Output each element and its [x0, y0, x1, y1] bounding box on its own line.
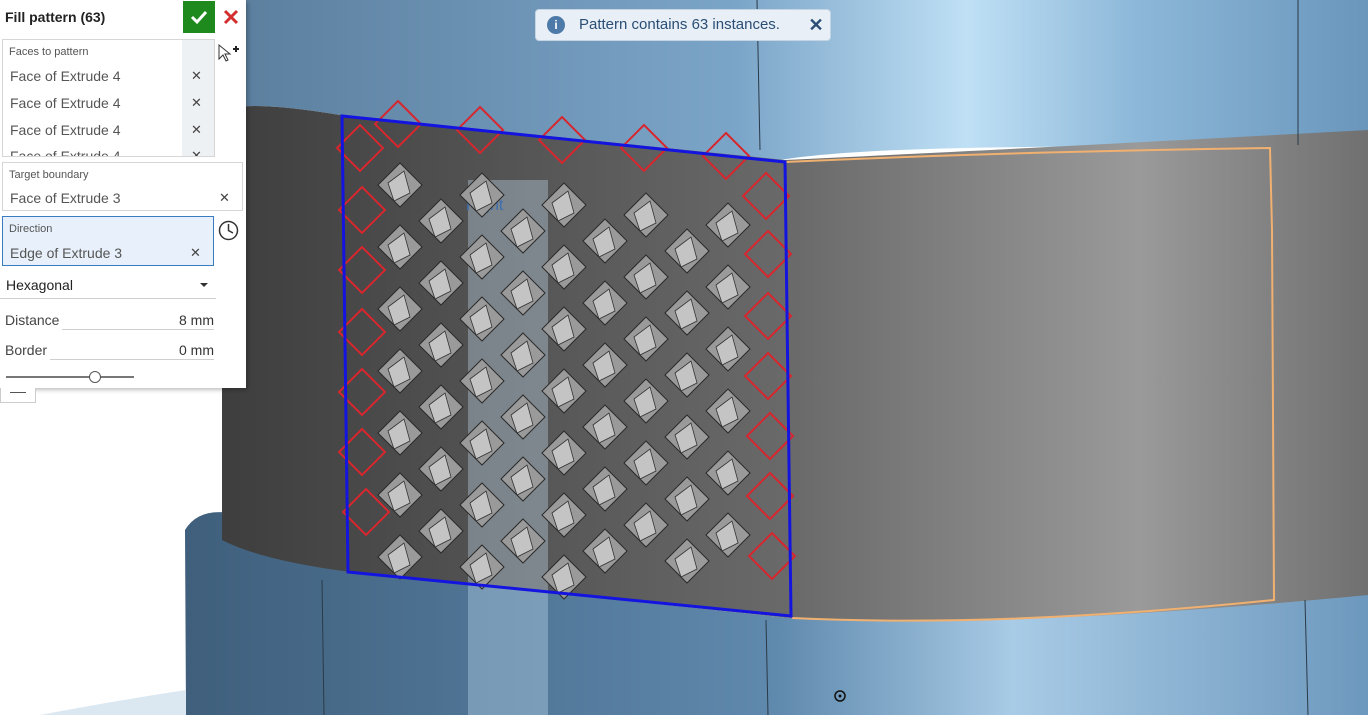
border-input[interactable]: 0 mm [179, 342, 214, 358]
border-label: Border [5, 342, 48, 358]
pattern-type-value: Hexagonal [6, 277, 73, 293]
fill-pattern-dialog: Fill pattern (63) Faces to pattern Face … [0, 0, 246, 388]
remove-selection-icon[interactable]: ✕ [191, 68, 202, 84]
pattern-type-dropdown[interactable]: Hexagonal [0, 272, 216, 299]
history-clock-icon[interactable] [218, 220, 239, 241]
faces-to-pattern-field[interactable]: Faces to pattern Face of Extrude 4 ✕ Fac… [2, 39, 215, 157]
remove-selection-icon[interactable]: ✕ [191, 95, 202, 111]
close-icon [223, 9, 238, 25]
target-boundary-caption: Target boundary [9, 169, 89, 181]
direction-value: Edge of Extrude 3 [10, 245, 123, 261]
distance-input[interactable]: 8 mm [179, 312, 214, 328]
dialog-header: Fill pattern (63) [0, 0, 246, 34]
faces-to-pattern-caption: Faces to pattern [9, 46, 89, 58]
target-boundary-field[interactable]: Target boundary Face of Extrude 3 ✕ [2, 162, 243, 211]
dropdown-arrow-icon [200, 283, 208, 287]
remove-selection-icon[interactable]: ✕ [191, 148, 202, 156]
check-icon [190, 10, 208, 25]
notification-banner: i Pattern contains 63 instances. ✕ [535, 9, 831, 41]
distance-field: Distance 8 mm [0, 306, 216, 332]
list-item[interactable]: Face of Extrude 4 [10, 148, 210, 156]
slider-track [6, 376, 134, 378]
direction-caption: Direction [9, 223, 53, 235]
add-selection-icon[interactable] [217, 41, 241, 63]
close-icon[interactable]: ✕ [805, 14, 827, 36]
cancel-button[interactable] [215, 1, 246, 33]
remove-selection-icon[interactable]: ✕ [219, 190, 230, 206]
confirm-button[interactable] [183, 1, 215, 33]
info-icon: i [547, 16, 565, 34]
remove-selection-icon[interactable]: ✕ [191, 122, 202, 138]
slider-thumb[interactable] [88, 371, 101, 383]
distance-label: Distance [5, 312, 60, 328]
dialog-title: Fill pattern (63) [5, 9, 106, 25]
direction-field[interactable]: Direction Edge of Extrude 3 ✕ [2, 216, 214, 266]
border-field: Border 0 mm [0, 336, 216, 362]
notification-message: Pattern contains 63 instances. [579, 16, 780, 33]
list-item[interactable]: Face of Extrude 4 [10, 95, 210, 111]
target-boundary-value: Face of Extrude 3 [10, 190, 121, 206]
list-item[interactable]: Face of Extrude 4 [10, 68, 210, 84]
pattern-slider[interactable] [6, 370, 134, 384]
list-item[interactable]: Face of Extrude 4 [10, 122, 210, 138]
remove-selection-icon[interactable]: ✕ [190, 245, 201, 261]
feature-list-toggle[interactable] [0, 388, 36, 403]
